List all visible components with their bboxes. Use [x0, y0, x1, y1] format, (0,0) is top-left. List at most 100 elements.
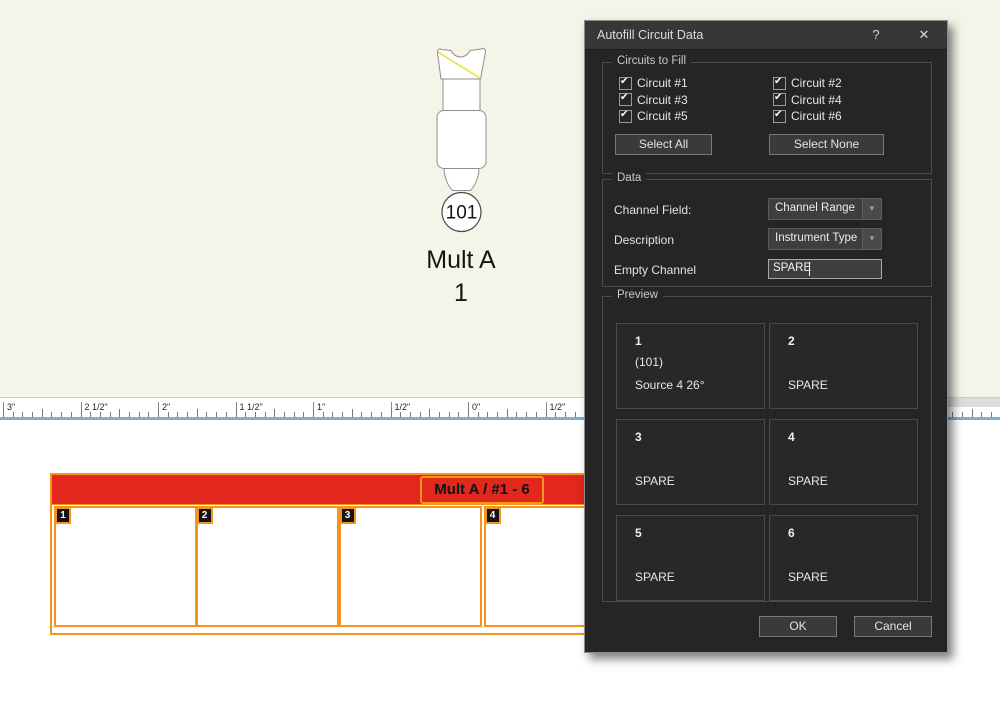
ruler-label: 2 1/2" — [81, 402, 108, 415]
ruler-tick — [42, 409, 43, 417]
group-label: Preview — [612, 289, 663, 301]
fixture-symbol[interactable]: 101 — [430, 42, 495, 235]
description-label: Description — [614, 233, 674, 247]
group-label: Data — [612, 172, 646, 184]
ruler-tick — [274, 409, 275, 417]
ruler-tick — [352, 409, 353, 417]
chevron-down-icon[interactable]: ▼ — [862, 229, 881, 249]
preview-number: 2 — [788, 334, 795, 348]
checkbox-label: Circuit #3 — [637, 93, 688, 107]
strip-title[interactable]: Mult A / #1 - 6 — [420, 476, 544, 504]
checkbox-icon: ✔ — [619, 77, 632, 90]
preview-box: 1 (101) Source 4 26° — [616, 323, 765, 409]
preview-description: SPARE — [788, 378, 828, 392]
checkbox-label: Circuit #6 — [791, 109, 842, 123]
preview-number: 6 — [788, 526, 795, 540]
fixture-yoke — [438, 48, 486, 79]
checkbox-label: Circuit #4 — [791, 93, 842, 107]
page-root: 101 Mult A 1 3" 2 1/2" 2" 1 1/2" 1" 1/2"… — [0, 0, 1000, 724]
help-button[interactable]: ? — [867, 26, 885, 44]
checkbox-icon: ✔ — [773, 110, 786, 123]
circuit-checkbox[interactable]: ✔ Circuit #5 — [619, 108, 773, 125]
ruler-tick — [119, 409, 120, 417]
ok-button[interactable]: OK — [759, 616, 837, 637]
checkbox-icon: ✔ — [619, 93, 632, 106]
preview-number: 1 — [635, 334, 642, 348]
chevron-down-icon[interactable]: ▼ — [862, 199, 881, 219]
description-dropdown[interactable]: Instrument Type ▼ — [768, 228, 882, 250]
preview-description: SPARE — [788, 474, 828, 488]
dropdown-value: Instrument Type — [775, 232, 857, 244]
dropdown-value: Channel Range — [775, 202, 855, 214]
preview-box: 5 SPARE — [616, 515, 765, 601]
strip-cell[interactable]: 1 — [54, 506, 197, 627]
strip-header[interactable]: Mult A / #1 - 6 — [52, 475, 608, 505]
dialog-titlebar[interactable]: Autofill Circuit Data ? ✕ — [585, 21, 947, 50]
circuit-checkbox[interactable]: ✔ Circuit #4 — [773, 92, 927, 109]
checkbox-icon: ✔ — [619, 110, 632, 123]
dialog-title: Autofill Circuit Data — [597, 28, 703, 42]
checkbox-icon: ✔ — [773, 93, 786, 106]
label-strip[interactable]: Mult A / #1 - 6 1 2 3 4 — [50, 473, 614, 635]
group-circuits-to-fill: Circuits to Fill ✔ Circuit #1 ✔ Circuit … — [602, 62, 932, 174]
preview-box: 4 SPARE — [769, 419, 918, 505]
strip-cell[interactable]: 3 — [339, 506, 482, 627]
autofill-circuit-data-dialog: Autofill Circuit Data ? ✕ Circuits to Fi… — [584, 20, 948, 653]
cell-number-tag: 3 — [340, 507, 356, 524]
channel-number: 101 — [446, 203, 478, 224]
preview-description: Source 4 26° — [635, 378, 705, 392]
preview-description: SPARE — [635, 474, 675, 488]
cell-number-tag: 2 — [197, 507, 213, 524]
cell-number-tag: 4 — [485, 507, 501, 524]
ruler-tick — [197, 409, 198, 417]
channel-field-label: Channel Field: — [614, 203, 691, 217]
ruler-label: 1 1/2" — [236, 402, 263, 415]
ruler-tick — [429, 409, 430, 417]
ruler-tick — [3, 409, 4, 417]
channel-field-dropdown[interactable]: Channel Range ▼ — [768, 198, 882, 220]
group-data: Data Channel Field: Channel Range ▼ Desc… — [602, 179, 932, 287]
ruler-overflow-area — [940, 398, 1000, 407]
empty-channel-label: Empty Channel — [614, 263, 696, 277]
group-label: Circuits to Fill — [612, 55, 691, 67]
fixture-body — [443, 79, 480, 111]
fixture-unit-number[interactable]: 1 — [399, 279, 523, 307]
cell-number-tag: 1 — [55, 507, 71, 524]
select-all-button[interactable]: Select All — [615, 134, 712, 155]
select-none-button[interactable]: Select None — [769, 134, 884, 155]
ruler-tick — [236, 409, 237, 417]
strip-cell[interactable]: 2 — [196, 506, 339, 627]
input-value: SPARE — [773, 262, 811, 274]
ruler-tick — [81, 409, 82, 417]
circuit-checkbox[interactable]: ✔ Circuit #6 — [773, 108, 927, 125]
fixture-label[interactable]: Mult A — [399, 246, 523, 274]
circuit-checkbox[interactable]: ✔ Circuit #3 — [619, 92, 773, 109]
checkbox-label: Circuit #1 — [637, 76, 688, 90]
preview-box: 2 SPARE — [769, 323, 918, 409]
ruler-tick — [972, 409, 973, 417]
preview-description: SPARE — [788, 570, 828, 584]
ruler-tick — [391, 409, 392, 417]
preview-description: SPARE — [635, 570, 675, 584]
ruler-tick — [507, 409, 508, 417]
checkbox-label: Circuit #5 — [637, 109, 688, 123]
preview-box: 3 SPARE — [616, 419, 765, 505]
checkbox-icon: ✔ — [773, 77, 786, 90]
circuit-checkbox-grid: ✔ Circuit #1 ✔ Circuit #2 ✔ Circuit #3 ✔… — [619, 75, 927, 125]
empty-channel-input[interactable]: SPARE — [768, 259, 882, 279]
circuit-checkbox[interactable]: ✔ Circuit #1 — [619, 75, 773, 92]
fixture-lens — [444, 169, 479, 191]
preview-channel: (101) — [635, 355, 663, 369]
preview-box: 6 SPARE — [769, 515, 918, 601]
group-preview: Preview 1 (101) Source 4 26° 2 SPARE 3 S… — [602, 296, 932, 602]
ruler-tick — [546, 409, 547, 417]
ruler-tick — [158, 409, 159, 417]
close-icon[interactable]: ✕ — [915, 26, 933, 44]
preview-number: 4 — [788, 430, 795, 444]
circuit-checkbox[interactable]: ✔ Circuit #2 — [773, 75, 927, 92]
ruler-tick — [313, 409, 314, 417]
fixture-barrel — [437, 111, 486, 169]
preview-number: 5 — [635, 526, 642, 540]
cancel-button[interactable]: Cancel — [854, 616, 932, 637]
ruler-tick — [468, 409, 469, 417]
